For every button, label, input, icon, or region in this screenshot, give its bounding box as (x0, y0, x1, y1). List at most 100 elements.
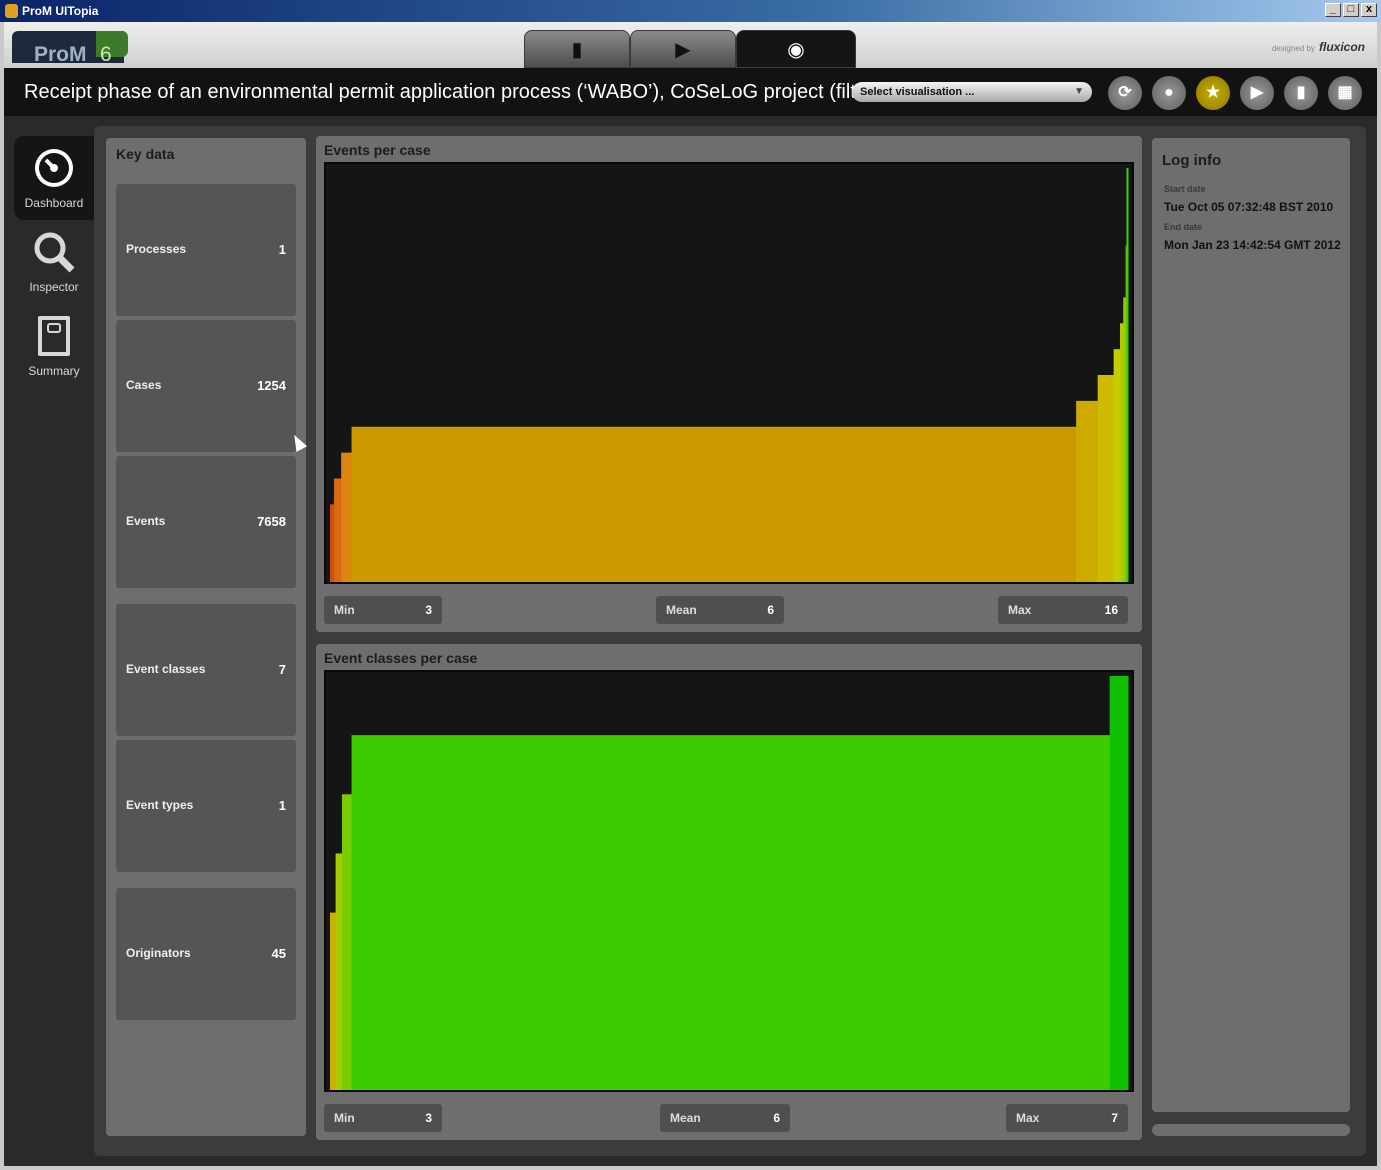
designed-by-label: designed by (1271, 44, 1315, 53)
visualisation-select-label: Select visualisation ... (860, 86, 975, 98)
log-title: Receipt phase of an environmental permit… (24, 81, 854, 103)
logo-version: 6 (100, 43, 112, 66)
stat-value: 7 (1111, 1111, 1118, 1125)
events-min-stat: Min 3 (324, 596, 442, 624)
key-card-originators[interactable]: Originators 45 (116, 888, 296, 1020)
chart-step-6 (1113, 349, 1121, 582)
key-card-event-classes[interactable]: Event classes 7 (116, 604, 296, 736)
refresh-icon[interactable]: ⟳ (1108, 76, 1142, 110)
close-button[interactable]: x (1361, 3, 1377, 17)
key-card-label: Events (126, 514, 166, 528)
stat-value: 3 (425, 1111, 432, 1125)
key-card-label: Cases (126, 378, 162, 392)
key-card-processes[interactable]: Processes 1 (116, 184, 296, 316)
chevron-down-icon: ▼ (1074, 86, 1084, 97)
stat-value: 3 (425, 603, 432, 617)
key-card-event-types[interactable]: Event types 1 (116, 740, 296, 872)
events-per-case-panel: Events per case Min 3 Mean 6 Max 16 (316, 136, 1142, 632)
chart-step-10 (1126, 168, 1129, 582)
end-date-label: End date (1164, 222, 1203, 232)
start-date-value: Tue Oct 05 07:32:48 BST 2010 (1164, 200, 1334, 214)
copy-icon[interactable]: ▮ (1284, 76, 1318, 110)
chart-step-1 (333, 478, 342, 582)
stat-label: Min (334, 603, 355, 617)
chart-step-0 (330, 912, 337, 1090)
play-icon[interactable]: ▶ (1240, 76, 1274, 110)
dashboard-panel: Key data Processes 1 Cases 1254 Events 7… (94, 126, 1366, 1156)
stat-label: Mean (670, 1111, 701, 1125)
chart-step-3 (351, 735, 1111, 1090)
chart-step-2 (341, 452, 353, 582)
logo-text: ProM (34, 43, 87, 66)
window-title: ProM UITopia (22, 4, 99, 18)
log-info-title: Log info (1162, 152, 1222, 169)
magnifier-icon (34, 232, 75, 273)
key-card-value: 45 (271, 946, 286, 961)
event-classes-per-case-chart (330, 676, 1129, 1090)
log-info-panel: Log info Start date Tue Oct 05 07:32:48 … (1152, 138, 1350, 1112)
play-icon: ▶ (675, 38, 691, 61)
events-max-stat: Max 16 (998, 596, 1128, 624)
key-card-cases[interactable]: Cases 1254 (116, 320, 296, 452)
events-per-case-plot (324, 162, 1134, 584)
end-date-value: Mon Jan 23 14:42:54 GMT 2012 (1164, 238, 1341, 252)
chart-step-4 (1109, 676, 1129, 1090)
key-card-value: 1 (278, 798, 286, 813)
key-card-value: 1254 (257, 378, 286, 393)
event-classes-per-case-plot (324, 670, 1134, 1092)
events-per-case-chart (330, 168, 1129, 582)
app-header: ProM 6 ▮ ▶ ◉ designed by fluxicon (4, 22, 1377, 68)
stat-label: Max (1016, 1111, 1040, 1125)
notebook-icon (38, 316, 70, 356)
log-info-scrollbar[interactable] (1152, 1124, 1350, 1136)
key-card-value: 1 (278, 242, 286, 257)
chart-step-0 (330, 504, 335, 582)
window-controls: _ □ x (1325, 3, 1377, 17)
sidebar-item-label: Summary (28, 364, 80, 378)
chart-step-5 (1097, 375, 1115, 582)
key-card-value: 7 (278, 662, 286, 677)
tab-actions[interactable]: ▶ (630, 30, 736, 68)
main-area: Dashboard Inspector Summary Key data Pro… (4, 116, 1377, 1166)
stat-value: 6 (767, 603, 774, 617)
star-icon[interactable]: ★ (1196, 76, 1230, 110)
eye-icon: ◉ (787, 38, 805, 61)
visualisation-select[interactable]: Select visualisation ... ▼ (852, 82, 1092, 102)
app-icon (5, 4, 18, 18)
tab-workspace[interactable]: ▮ (524, 30, 630, 68)
sidebar-item-summary[interactable]: Summary (14, 304, 94, 388)
key-card-events[interactable]: Events 7658 (116, 456, 296, 588)
view-title-bar: Receipt phase of an environmental permit… (4, 68, 1377, 116)
stat-label: Mean (666, 603, 697, 617)
events-per-case-title: Events per case (324, 142, 431, 158)
classes-max-stat: Max 7 (1006, 1104, 1128, 1132)
stat-value: 16 (1104, 603, 1118, 617)
stat-value: 6 (773, 1111, 780, 1125)
key-card-label: Processes (126, 242, 187, 256)
chart-step-4 (1076, 400, 1099, 582)
grid-icon[interactable]: ▦ (1328, 76, 1362, 110)
sidebar-item-label: Inspector (29, 280, 79, 294)
classes-min-stat: Min 3 (324, 1104, 442, 1132)
stat-label: Min (334, 1111, 355, 1125)
window-title-bar: ProM UITopia _ □ x (0, 0, 1381, 22)
minimize-button[interactable]: _ (1325, 3, 1341, 17)
sidebar-item-dashboard[interactable]: Dashboard (14, 136, 94, 220)
events-mean-stat: Mean 6 (656, 596, 784, 624)
classes-mean-stat: Mean 6 (660, 1104, 790, 1132)
sidebar-item-inspector[interactable]: Inspector (14, 220, 94, 304)
maximize-button[interactable]: □ (1343, 3, 1359, 17)
mode-tabs: ▮ ▶ ◉ (524, 30, 856, 68)
fluxicon-logo: fluxicon (1318, 40, 1365, 54)
start-date-label: Start date (1164, 184, 1206, 194)
chart-step-2 (341, 794, 353, 1090)
prom-logo: ProM 6 (12, 31, 128, 66)
key-card-value: 7658 (257, 514, 286, 529)
chart-step-3 (351, 426, 1077, 582)
key-data-title: Key data (116, 146, 175, 162)
sidebar: Dashboard Inspector Summary (14, 136, 94, 388)
key-card-label: Event types (126, 798, 194, 812)
event-classes-per-case-title: Event classes per case (324, 650, 478, 666)
tab-views[interactable]: ◉ (736, 30, 856, 68)
drop-icon[interactable]: ● (1152, 76, 1186, 110)
